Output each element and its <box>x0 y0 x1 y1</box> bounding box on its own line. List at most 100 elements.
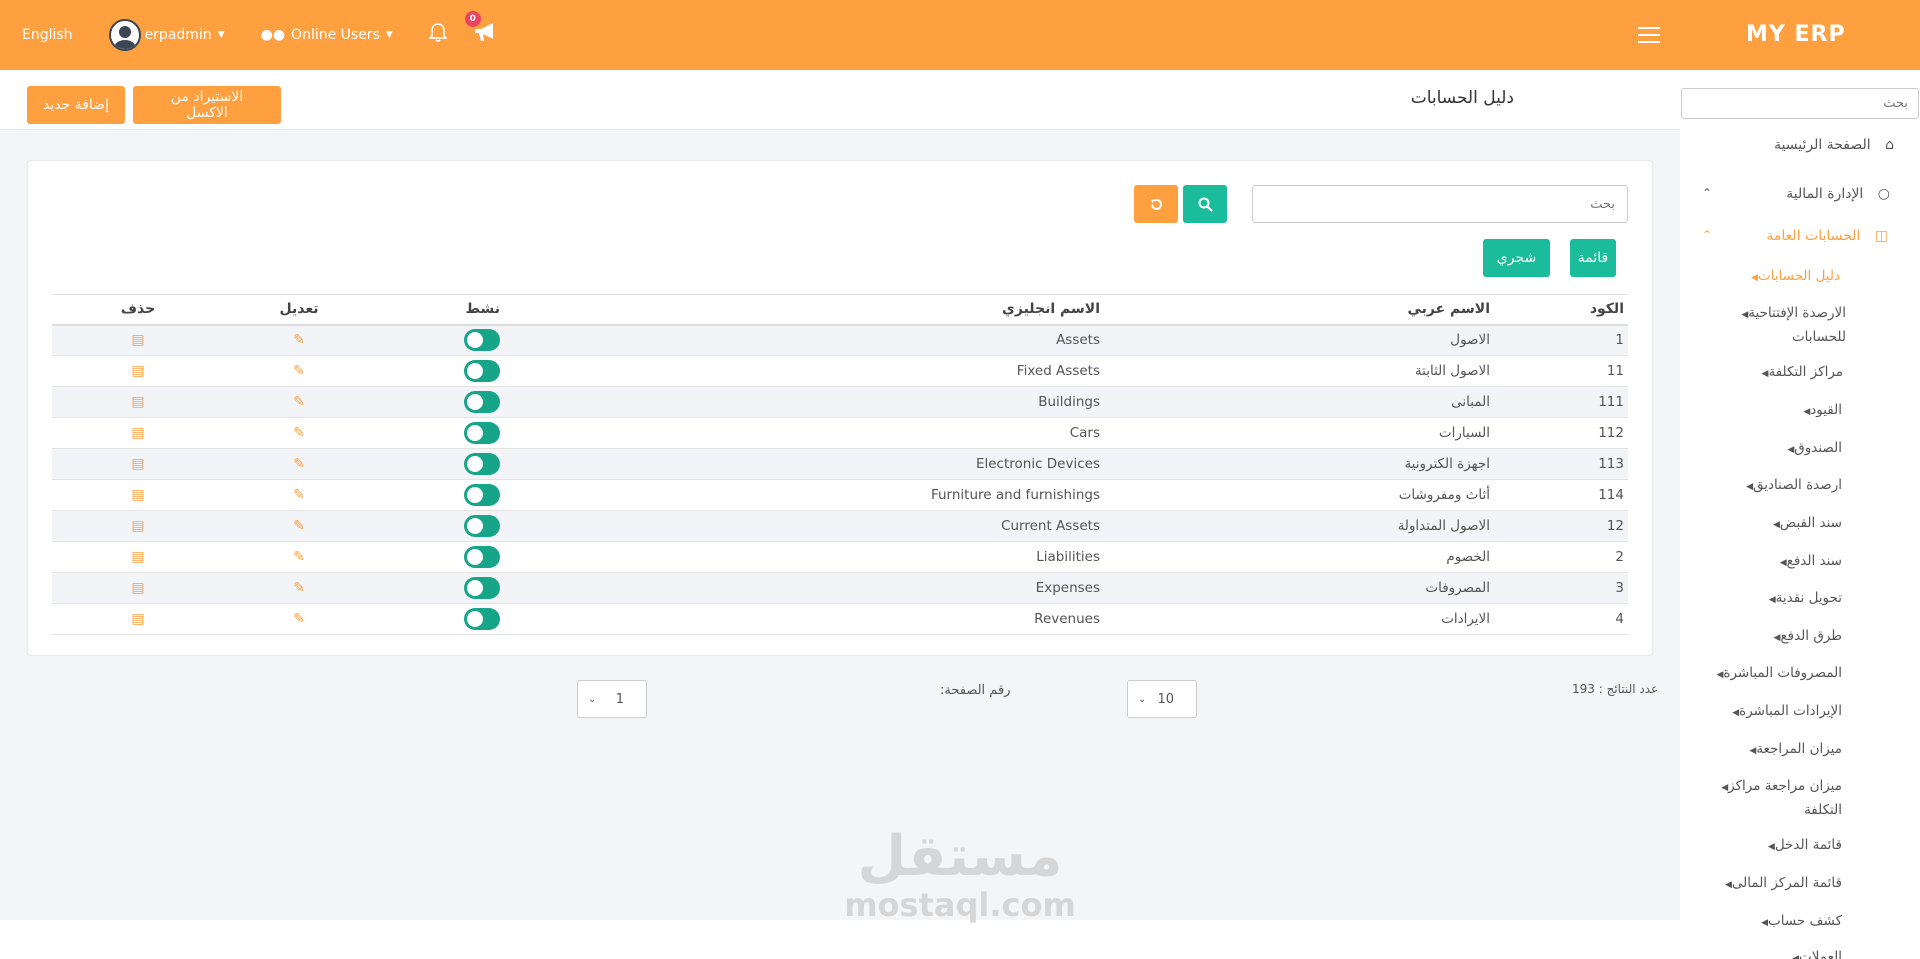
notification-badge: 0 <box>464 11 481 27</box>
sidebar-item-payment-voucher[interactable]: ◀سند الدفع <box>1777 550 1842 574</box>
cell-code: 113 <box>1494 448 1628 480</box>
cell-edit: ✎ <box>224 479 374 511</box>
reset-button[interactable] <box>1134 185 1178 223</box>
sidebar-item-general-accounts[interactable]: الحسابات العامة ◫ <box>1766 228 1888 244</box>
sidebar-item-balance-sheet[interactable]: ◀قائمة المركز المالى <box>1722 872 1842 896</box>
page-size-select[interactable]: ⌄ 10 <box>1127 680 1197 718</box>
edit-icon[interactable]: ✎ <box>293 425 305 441</box>
edit-icon[interactable]: ✎ <box>293 363 305 379</box>
sidebar-item-direct-revenues[interactable]: ◀الإيرادات المباشرة <box>1729 700 1842 724</box>
active-toggle[interactable] <box>464 391 500 413</box>
sidebar-item-cost-center-trial-balance[interactable]: ◀ميزان مراجعة مراكز التكلفة <box>1712 775 1842 821</box>
edit-icon[interactable]: ✎ <box>293 580 305 596</box>
menu-toggle-icon[interactable] <box>1638 27 1660 43</box>
edit-icon[interactable]: ✎ <box>293 394 305 410</box>
announcements-button[interactable]: 0 <box>464 11 499 49</box>
cell-edit: ✎ <box>224 386 374 418</box>
trash-icon[interactable]: ▤ <box>131 549 144 565</box>
page-title: دليل الحسابات <box>1410 88 1514 108</box>
users-icon: ●● <box>260 27 286 43</box>
cell-delete: ▤ <box>52 603 224 635</box>
page-size-value: 10 <box>1157 691 1174 707</box>
cell-edit: ✎ <box>224 541 374 573</box>
active-toggle[interactable] <box>464 422 500 444</box>
cell-arabic-name: الاصول المتداولة <box>1104 510 1494 542</box>
active-toggle[interactable] <box>464 546 500 568</box>
cell-edit: ✎ <box>224 355 374 387</box>
sidebar-item-cash-transfer[interactable]: ◀تحويل نقدية <box>1766 587 1842 611</box>
sidebar-item-cashbox-balances[interactable]: ◀ارصدة الصناديق <box>1743 474 1842 498</box>
active-toggle[interactable] <box>464 453 500 475</box>
trash-icon[interactable]: ▤ <box>131 394 144 410</box>
trash-icon[interactable]: ▤ <box>131 363 144 379</box>
sidebar-item-opening-balances[interactable]: ◀الارصدة الإفتتاحية للحسابات <box>1716 302 1846 348</box>
page-number-select[interactable]: ⌄ 1 <box>577 680 647 718</box>
cell-arabic-name: الاصول الثابتة <box>1104 355 1494 387</box>
cell-edit: ✎ <box>224 417 374 449</box>
active-toggle[interactable] <box>464 360 500 382</box>
col-header-code[interactable]: الكود <box>1494 294 1628 326</box>
user-menu[interactable]: erpadmin ▼ <box>108 19 225 51</box>
active-toggle[interactable] <box>464 515 500 537</box>
tree-view-button[interactable]: شجري <box>1483 239 1550 277</box>
edit-icon[interactable]: ✎ <box>293 549 305 565</box>
trash-icon[interactable]: ▤ <box>131 456 144 472</box>
sidebar-item-finance[interactable]: الإدارة المالية ○ <box>1786 186 1890 202</box>
col-header-arabic-name[interactable]: الاسم عربي <box>1104 294 1494 326</box>
sidebar-item-currencies[interactable]: ◀العملات <box>1789 946 1842 959</box>
caret-left-icon: ◀ <box>1746 482 1754 492</box>
trash-icon[interactable]: ▤ <box>131 332 144 348</box>
search-icon <box>1198 197 1213 212</box>
sidebar-item-payment-methods[interactable]: ◀طرق الدفع <box>1771 625 1842 649</box>
search-button[interactable] <box>1183 185 1227 223</box>
trash-icon[interactable]: ▤ <box>131 518 144 534</box>
edit-icon[interactable]: ✎ <box>293 332 305 348</box>
caret-left-icon: ◀ <box>1751 273 1758 283</box>
col-header-active[interactable]: نشط <box>374 294 504 326</box>
import-excel-button[interactable]: الاستيراد من الاكسل <box>133 86 281 124</box>
add-new-button[interactable]: إضافة جديد <box>27 86 125 124</box>
caret-left-icon: ◀ <box>1779 558 1787 568</box>
edit-icon[interactable]: ✎ <box>293 611 305 627</box>
cell-arabic-name: الخصوم <box>1104 541 1494 573</box>
chevron-up-icon[interactable]: ⌃ <box>1702 228 1712 242</box>
cell-active <box>374 417 504 449</box>
edit-icon[interactable]: ✎ <box>293 487 305 503</box>
sidebar-item-direct-expenses[interactable]: ◀المصروفات المباشرة <box>1713 662 1842 686</box>
col-header-edit: تعديل <box>224 294 374 326</box>
active-toggle[interactable] <box>464 329 500 352</box>
search-input[interactable] <box>1252 185 1628 223</box>
online-users-menu[interactable]: ●● Online Users ▼ <box>261 27 393 43</box>
cell-english-name: Buildings <box>504 386 1104 418</box>
cell-edit: ✎ <box>224 324 374 356</box>
language-switch[interactable]: English <box>22 27 73 43</box>
cell-active <box>374 355 504 387</box>
active-toggle[interactable] <box>464 608 500 630</box>
sidebar-item-cost-centers[interactable]: ◀مراكز التكلفة <box>1759 361 1843 385</box>
sidebar-search-input[interactable] <box>1681 88 1919 119</box>
trash-icon[interactable]: ▤ <box>131 611 144 627</box>
list-view-button[interactable]: قائمة <box>1570 239 1616 277</box>
sidebar-item-home[interactable]: الصفحة الرئيسية ⌂ <box>1774 137 1894 153</box>
edit-icon[interactable]: ✎ <box>293 518 305 534</box>
bell-icon[interactable] <box>427 22 448 48</box>
trash-icon[interactable]: ▤ <box>131 487 144 503</box>
trash-icon[interactable]: ▤ <box>131 580 144 596</box>
active-toggle[interactable] <box>464 484 500 506</box>
sidebar-item-trial-balance[interactable]: ◀ميزان المراجعة <box>1746 738 1842 762</box>
sidebar-item-cashbox[interactable]: ◀الصندوق <box>1784 437 1842 461</box>
col-header-english-name[interactable]: الاسم انجليزي <box>504 294 1104 326</box>
cell-english-name: Revenues <box>504 603 1104 635</box>
sidebar-item-receipt-voucher[interactable]: ◀سند القبض <box>1770 512 1842 536</box>
page-number-label: رقم الصفحة: <box>940 683 1011 698</box>
watermark-latin: mostaql.com <box>844 886 1076 924</box>
sidebar-item-income-statement[interactable]: ◀قائمة الدخل <box>1765 834 1842 858</box>
sidebar-item-account-statement[interactable]: ◀كشف حساب <box>1758 910 1842 934</box>
edit-icon[interactable]: ✎ <box>293 456 305 472</box>
active-toggle[interactable] <box>464 577 500 599</box>
trash-icon[interactable]: ▤ <box>131 425 144 441</box>
sidebar-item-chart-of-accounts[interactable]: ◀دليل الحسابات <box>1748 265 1840 289</box>
table-row: 114 أثاث ومفروشات Furniture and furnishi… <box>52 479 1628 511</box>
sidebar-item-journal-entries[interactable]: ◀القيود <box>1800 399 1842 423</box>
chevron-up-icon[interactable]: ⌃ <box>1702 186 1712 200</box>
